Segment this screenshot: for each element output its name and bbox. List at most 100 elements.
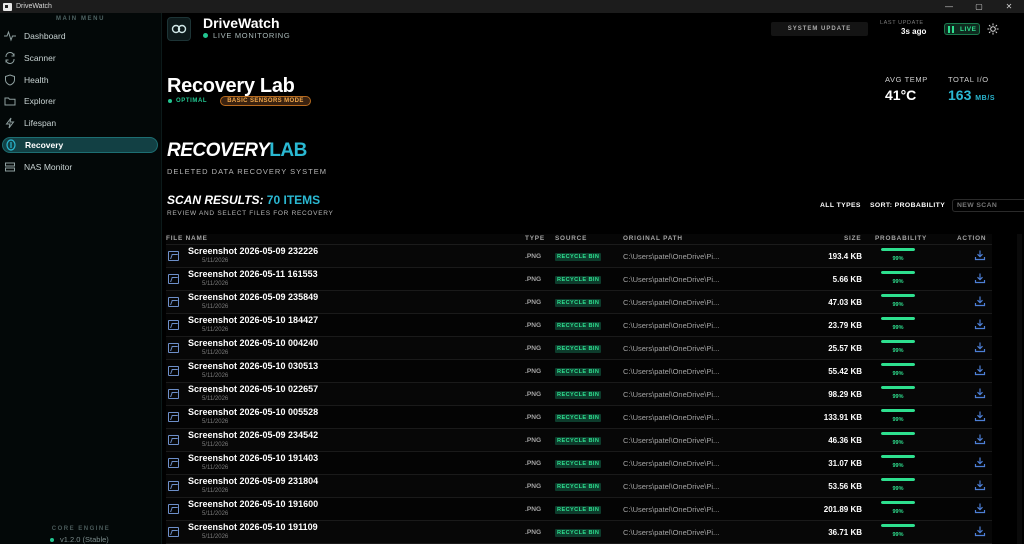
maximize-button[interactable]: ▢ <box>964 0 994 13</box>
download-icon[interactable] <box>974 387 986 399</box>
file-type: .PNG <box>525 529 542 536</box>
table-row[interactable]: Screenshot 2026-05-09 235849 5/11/2026 .PN… <box>166 291 992 314</box>
original-path: C:\Users\patel\OneDrive\Pi... <box>623 390 720 399</box>
probability-meter: 99% <box>881 363 915 377</box>
table-row[interactable]: Screenshot 2026-05-10 030513 5/11/2026 .PN… <box>166 360 992 383</box>
optimal-status: OPTIMAL <box>168 98 207 104</box>
col-source[interactable]: SOURCE <box>555 235 587 242</box>
sidebar-item-explorer[interactable]: Explorer <box>2 93 158 109</box>
close-button[interactable]: ✕ <box>994 0 1024 13</box>
download-icon[interactable] <box>974 318 986 330</box>
total-io-stat: TOTAL I/O 163 MB/S <box>948 75 995 103</box>
table-row[interactable]: Screenshot 2026-05-10 184427 5/11/2026 .PN… <box>166 314 992 337</box>
recovery-lab-heading: RECOVERYLAB <box>167 140 307 162</box>
table-row[interactable]: Screenshot 2026-05-09 234542 5/11/2026 .PN… <box>166 429 992 452</box>
table-row[interactable]: Screenshot 2026-05-10 191600 5/11/2026 .PN… <box>166 498 992 521</box>
version-info: v1.2.0 (Stable) <box>50 535 109 544</box>
table-row[interactable]: Screenshot 2026-05-10 191403 5/11/2026 .PN… <box>166 452 992 475</box>
probability-bar <box>881 271 915 274</box>
file-name: Screenshot 2026-05-10 191600 <box>188 499 319 509</box>
file-size: 193.4 KB <box>828 252 862 261</box>
download-icon[interactable] <box>974 272 986 284</box>
sidebar: MAIN MENU Dashboard Scanner Health Explorer… <box>0 13 162 544</box>
image-file-icon <box>168 274 179 284</box>
sort-probability-button[interactable]: SORT: PROBABILITY <box>866 199 949 212</box>
file-name: Screenshot 2026-05-10 030513 <box>188 361 319 371</box>
live-dot <box>203 33 208 38</box>
core-engine-label: CORE ENGINE <box>51 526 111 532</box>
probability-value: 99% <box>892 440 904 446</box>
download-icon[interactable] <box>974 341 986 353</box>
sidebar-item-scanner[interactable]: Scanner <box>2 50 158 66</box>
minimize-button[interactable]: — <box>934 0 964 13</box>
sidebar-item-lifespan[interactable]: Lifespan <box>2 115 158 131</box>
source-badge: RECYCLE BIN <box>555 299 602 307</box>
table-row[interactable]: Screenshot 2026-05-10 005528 5/11/2026 .PN… <box>166 406 992 429</box>
file-type: .PNG <box>525 414 542 421</box>
probability-meter: 99% <box>881 340 915 354</box>
probability-meter: 99% <box>881 317 915 331</box>
all-types-filter[interactable]: ALL TYPES <box>816 199 865 212</box>
download-icon[interactable] <box>974 249 986 261</box>
file-size: 46.36 KB <box>828 436 862 445</box>
col-type[interactable]: TYPE <box>525 235 545 242</box>
file-size: 36.71 KB <box>828 528 862 537</box>
image-file-icon <box>168 389 179 399</box>
col-probability[interactable]: PROBABILITY <box>875 235 927 242</box>
probability-fill <box>881 409 915 412</box>
download-icon[interactable] <box>974 433 986 445</box>
scan-results-heading-a: SCAN RESULTS: <box>167 193 264 207</box>
total-io-unit: MB/S <box>975 95 996 102</box>
sidebar-item-nas-monitor[interactable]: NAS Monitor <box>2 159 158 175</box>
theme-toggle-sun-icon[interactable] <box>987 23 999 35</box>
table-row[interactable]: Screenshot 2026-05-10 191109 5/11/2026 .PN… <box>166 521 992 544</box>
table-row[interactable]: Screenshot 2026-05-09 232226 5/11/2026 .PN… <box>166 245 992 268</box>
download-icon[interactable] <box>974 410 986 422</box>
table-row[interactable]: Screenshot 2026-05-10 022657 5/11/2026 .PN… <box>166 383 992 406</box>
download-icon[interactable] <box>974 456 986 468</box>
col-original-path[interactable]: ORIGINAL PATH <box>623 235 683 242</box>
download-icon[interactable] <box>974 525 986 537</box>
probability-fill <box>881 386 915 389</box>
file-type: .PNG <box>525 506 542 513</box>
live-toggle[interactable]: LIVE <box>944 23 980 35</box>
probability-meter: 99% <box>881 501 915 515</box>
table-row[interactable]: Screenshot 2026-05-09 231804 5/11/2026 .PN… <box>166 475 992 498</box>
download-icon[interactable] <box>974 295 986 307</box>
scan-results-count: 70 ITEMS <box>266 193 321 207</box>
download-icon[interactable] <box>974 502 986 514</box>
table-scrollbar[interactable] <box>1015 234 1024 544</box>
total-io-value: 163 <box>948 87 972 103</box>
probability-value: 99% <box>892 532 904 538</box>
file-size: 25.57 KB <box>828 344 862 353</box>
source-badge: RECYCLE BIN <box>555 437 602 445</box>
system-update-button[interactable]: SYSTEM UPDATE <box>771 22 868 36</box>
probability-value: 99% <box>892 463 904 469</box>
sensors-mode-badge: BASIC SENSORS MODE <box>220 96 311 106</box>
probability-bar <box>881 409 915 412</box>
original-path: C:\Users\patel\OneDrive\Pi... <box>623 505 720 514</box>
col-size[interactable]: SIZE <box>844 235 861 242</box>
file-date: 5/11/2026 <box>202 442 229 448</box>
image-file-icon <box>168 527 179 537</box>
probability-meter: 99% <box>881 524 915 538</box>
table-row[interactable]: Screenshot 2026-05-11 161553 5/11/2026 .PN… <box>166 268 992 291</box>
probability-value: 99% <box>892 325 904 331</box>
file-name: Screenshot 2026-05-09 231804 <box>188 476 319 486</box>
download-icon[interactable] <box>974 479 986 491</box>
sidebar-item-recovery[interactable]: Recovery <box>2 136 158 153</box>
col-file-name[interactable]: FILE NAME <box>166 235 208 242</box>
file-size: 55.42 KB <box>828 367 862 376</box>
file-type: .PNG <box>525 322 542 329</box>
download-icon[interactable] <box>974 364 986 376</box>
new-scan-button[interactable]: NEW SCAN <box>952 199 1024 212</box>
scan-results-table: FILE NAME TYPE SOURCE ORIGINAL PATH SIZE… <box>166 234 992 544</box>
live-monitoring-label: LIVE MONITORING <box>213 31 291 40</box>
sidebar-item-health[interactable]: Health <box>2 72 158 88</box>
sidebar-item-dashboard[interactable]: Dashboard <box>2 28 158 44</box>
probability-meter: 99% <box>881 432 915 446</box>
table-row[interactable]: Screenshot 2026-05-10 004240 5/11/2026 .PN… <box>166 337 992 360</box>
file-size: 5.66 KB <box>832 275 862 284</box>
file-name: Screenshot 2026-05-09 234542 <box>188 430 319 440</box>
table-body: Screenshot 2026-05-09 232226 5/11/2026 .PN… <box>166 245 992 544</box>
